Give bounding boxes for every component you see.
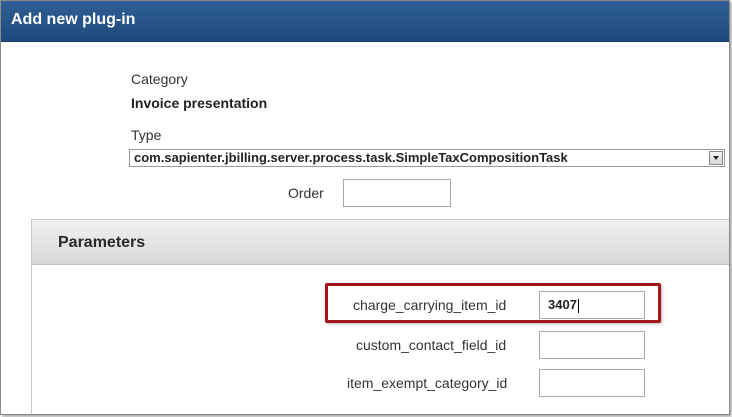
param-label-custom-contact-field-id: custom_contact_field_id: [356, 337, 507, 353]
order-input[interactable]: [343, 179, 451, 207]
type-label: Type: [131, 127, 162, 143]
category-label: Category: [131, 71, 188, 87]
highlight-box: [325, 283, 661, 323]
parameters-header: Parameters: [32, 220, 729, 265]
title-bar: Add new plug-in: [1, 1, 729, 42]
dialog-title: Add new plug-in: [11, 11, 136, 28]
dialog-window: Add new plug-in Category Invoice present…: [0, 0, 730, 415]
plugin-form: Category Invoice presentation Type com.s…: [1, 41, 729, 414]
item-exempt-category-id-input[interactable]: [539, 369, 645, 397]
dropdown-arrow-icon[interactable]: [709, 151, 723, 165]
order-label: Order: [288, 185, 324, 201]
parameters-heading: Parameters: [58, 234, 146, 251]
category-value: Invoice presentation: [131, 95, 268, 111]
type-select[interactable]: com.sapienter.jbilling.server.process.ta…: [129, 149, 725, 167]
param-label-item-exempt-category-id: item_exempt_category_id: [347, 375, 508, 391]
custom-contact-field-id-input[interactable]: [539, 331, 645, 359]
type-select-value: com.sapienter.jbilling.server.process.ta…: [134, 150, 568, 165]
